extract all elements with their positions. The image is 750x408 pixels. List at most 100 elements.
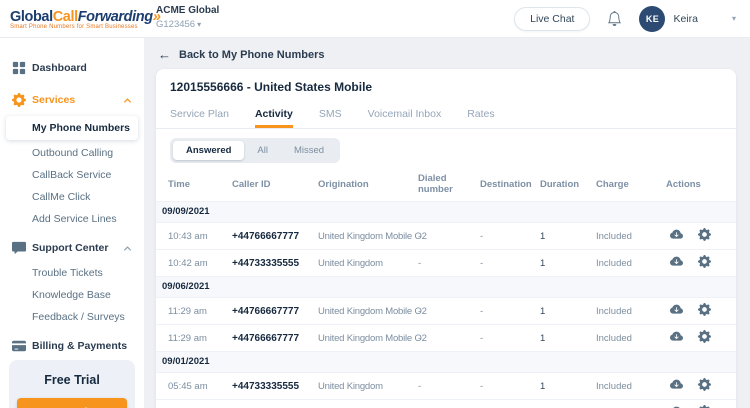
upgrade-account-button[interactable]: Upgrade Account: [17, 398, 127, 408]
logo-call: Call: [52, 8, 78, 25]
cloud-download-icon: [670, 303, 683, 316]
cell-time: 10:42 am: [168, 257, 208, 269]
cell-charge: Included: [590, 400, 660, 408]
gear-icon: [698, 255, 711, 268]
dashboard-icon: [12, 61, 26, 75]
sidebar-item-support-center[interactable]: Support Center: [0, 234, 144, 262]
filter-missed[interactable]: Missed: [281, 141, 337, 160]
main-content: ← Back to My Phone Numbers 12015556666 -…: [144, 38, 750, 408]
tab-sms[interactable]: SMS: [319, 103, 342, 128]
tab-activity[interactable]: Activity: [254, 103, 293, 128]
caret-down-icon: ▾: [731, 14, 736, 23]
back-arrow-icon: ←: [158, 47, 171, 62]
sidebar-item-feedback-surveys[interactable]: Feedback / Surveys: [0, 306, 144, 328]
cell-destination: -: [480, 332, 484, 344]
call-settings-button[interactable]: [696, 226, 713, 246]
cell-dialed-number: -: [418, 380, 422, 392]
sidebar-item-label: My Phone Numbers: [32, 122, 131, 134]
group-date: 09/01/2021: [156, 351, 736, 373]
back-link[interactable]: ← Back to My Phone Numbers: [156, 44, 736, 69]
download-recording-button[interactable]: [668, 301, 685, 321]
call-settings-button[interactable]: [696, 328, 713, 348]
cell-duration: 1: [534, 400, 590, 408]
notifications-bell-icon[interactable]: [607, 11, 622, 26]
cell-origination: United Kingdom: [312, 400, 412, 408]
cell-duration: 1: [540, 257, 546, 269]
cloud-download-icon: [670, 228, 683, 241]
sidebar-item-outbound-calling[interactable]: Outbound Calling: [0, 142, 144, 164]
body-row: Dashboard Services My Phone Numbers Outboun…: [0, 38, 750, 408]
sidebar-item-dashboard[interactable]: Dashboard: [0, 54, 144, 82]
user-name: Keira: [673, 12, 698, 25]
sidebar-item-services[interactable]: Services: [0, 86, 144, 114]
cell-charge: Included: [596, 257, 632, 269]
filter-answered[interactable]: Answered: [173, 141, 245, 160]
call-settings-button[interactable]: [696, 376, 713, 396]
call-settings-button[interactable]: [696, 301, 713, 321]
column-header-destination: Destination: [480, 178, 532, 190]
account-switcher[interactable]: ACME Global G123456 ▾: [156, 5, 219, 31]
filter-all[interactable]: All: [244, 141, 281, 160]
back-link-label: Back to My Phone Numbers: [179, 48, 325, 61]
tab-service-plan[interactable]: Service Plan: [170, 103, 229, 128]
gear-icon: [12, 93, 26, 107]
cell-duration: 1: [540, 332, 546, 344]
tab-rates[interactable]: Rates: [467, 103, 494, 128]
column-header-actions: Actions: [666, 178, 701, 190]
sidebar-item-knowledge-base[interactable]: Knowledge Base: [0, 284, 144, 306]
sidebar-item-add-service-lines[interactable]: Add Service Lines: [0, 208, 144, 230]
filter-segment: Answered All Missed: [170, 138, 341, 163]
tab-voicemail-inbox[interactable]: Voicemail Inbox: [368, 103, 442, 128]
cell-charge: Included: [596, 305, 632, 317]
sidebar-item-billing-payments[interactable]: Billing & Payments: [0, 332, 144, 360]
download-recording-button[interactable]: [668, 328, 685, 348]
chevron-up-icon: [123, 244, 132, 253]
cell-caller-id: +44733335555: [232, 257, 300, 269]
download-recording-button[interactable]: [668, 253, 685, 273]
tabs: Service Plan Activity SMS Voicemail Inbox Ra…: [156, 103, 736, 129]
activity-row: 10:43 am +44766667777 United Kingdom Mobil…: [156, 222, 736, 250]
row-actions: [660, 400, 736, 408]
download-recording-button[interactable]: [668, 226, 685, 246]
activity-row: 11:29 am +44766667777 United Kingdom Mobil…: [156, 324, 736, 352]
brand-tagline: Smart Phone Numbers for Smart Businesses: [10, 23, 138, 30]
download-recording-button[interactable]: [668, 376, 685, 396]
phone-number-title: 12015556666 - United States Mobile: [170, 80, 373, 94]
column-header-caller-id: Caller ID: [232, 178, 271, 190]
cell-destination: -: [480, 380, 484, 392]
activity-row: 10:42 am +44733335555 United Kingdom - - 1 Inc…: [156, 249, 736, 277]
brand-logo[interactable]: GlobalCallForwarding» Smart Phone Number…: [10, 8, 161, 30]
sidebar-item-label: CallMe Click: [32, 191, 91, 203]
call-settings-button[interactable]: [696, 403, 713, 408]
row-actions: [660, 250, 736, 277]
column-header-charge: Charge: [596, 178, 629, 190]
cell-time: 11:29 am: [168, 332, 207, 344]
cell-destination: -: [480, 305, 484, 317]
cell-charge: Included: [596, 230, 632, 242]
activity-row: 05:45 am +44733335555 United Kingdom - - 1 Inc…: [156, 372, 736, 400]
sidebar-item-label: Knowledge Base: [32, 289, 111, 301]
sidebar-item-my-phone-numbers[interactable]: My Phone Numbers: [6, 116, 138, 140]
cell-time: 05:45 am: [168, 380, 208, 392]
free-trial-card: Free Trial Upgrade Account: [9, 360, 135, 408]
cell-origination: United Kingdom Mobile O2: [318, 230, 427, 242]
cell-origination: United Kingdom: [318, 257, 383, 269]
call-settings-button[interactable]: [696, 253, 713, 273]
account-id-row: G123456 ▾: [156, 18, 219, 32]
gear-icon: [698, 378, 711, 391]
column-header-dialed-number: Dialed number: [418, 173, 453, 195]
live-chat-button[interactable]: Live Chat: [514, 6, 591, 31]
sidebar-item-label: Outbound Calling: [32, 147, 114, 159]
sidebar-item-callme-click[interactable]: CallMe Click: [0, 186, 144, 208]
row-actions: [660, 325, 736, 352]
free-trial-title: Free Trial: [44, 373, 100, 387]
sidebar-item-label: Services: [32, 94, 76, 106]
sidebar-item-callback-service[interactable]: CallBack Service: [0, 164, 144, 186]
logo-global: Global: [10, 8, 53, 25]
download-recording-button[interactable]: [668, 403, 685, 408]
user-menu[interactable]: KE Keira ▾: [639, 5, 736, 32]
sidebar-item-trouble-tickets[interactable]: Trouble Tickets: [0, 262, 144, 284]
sidebar-item-label: Add Service Lines: [32, 213, 117, 225]
brand-logo-text: GlobalCallForwarding»: [10, 8, 161, 25]
group-date: 09/06/2021: [156, 276, 736, 298]
